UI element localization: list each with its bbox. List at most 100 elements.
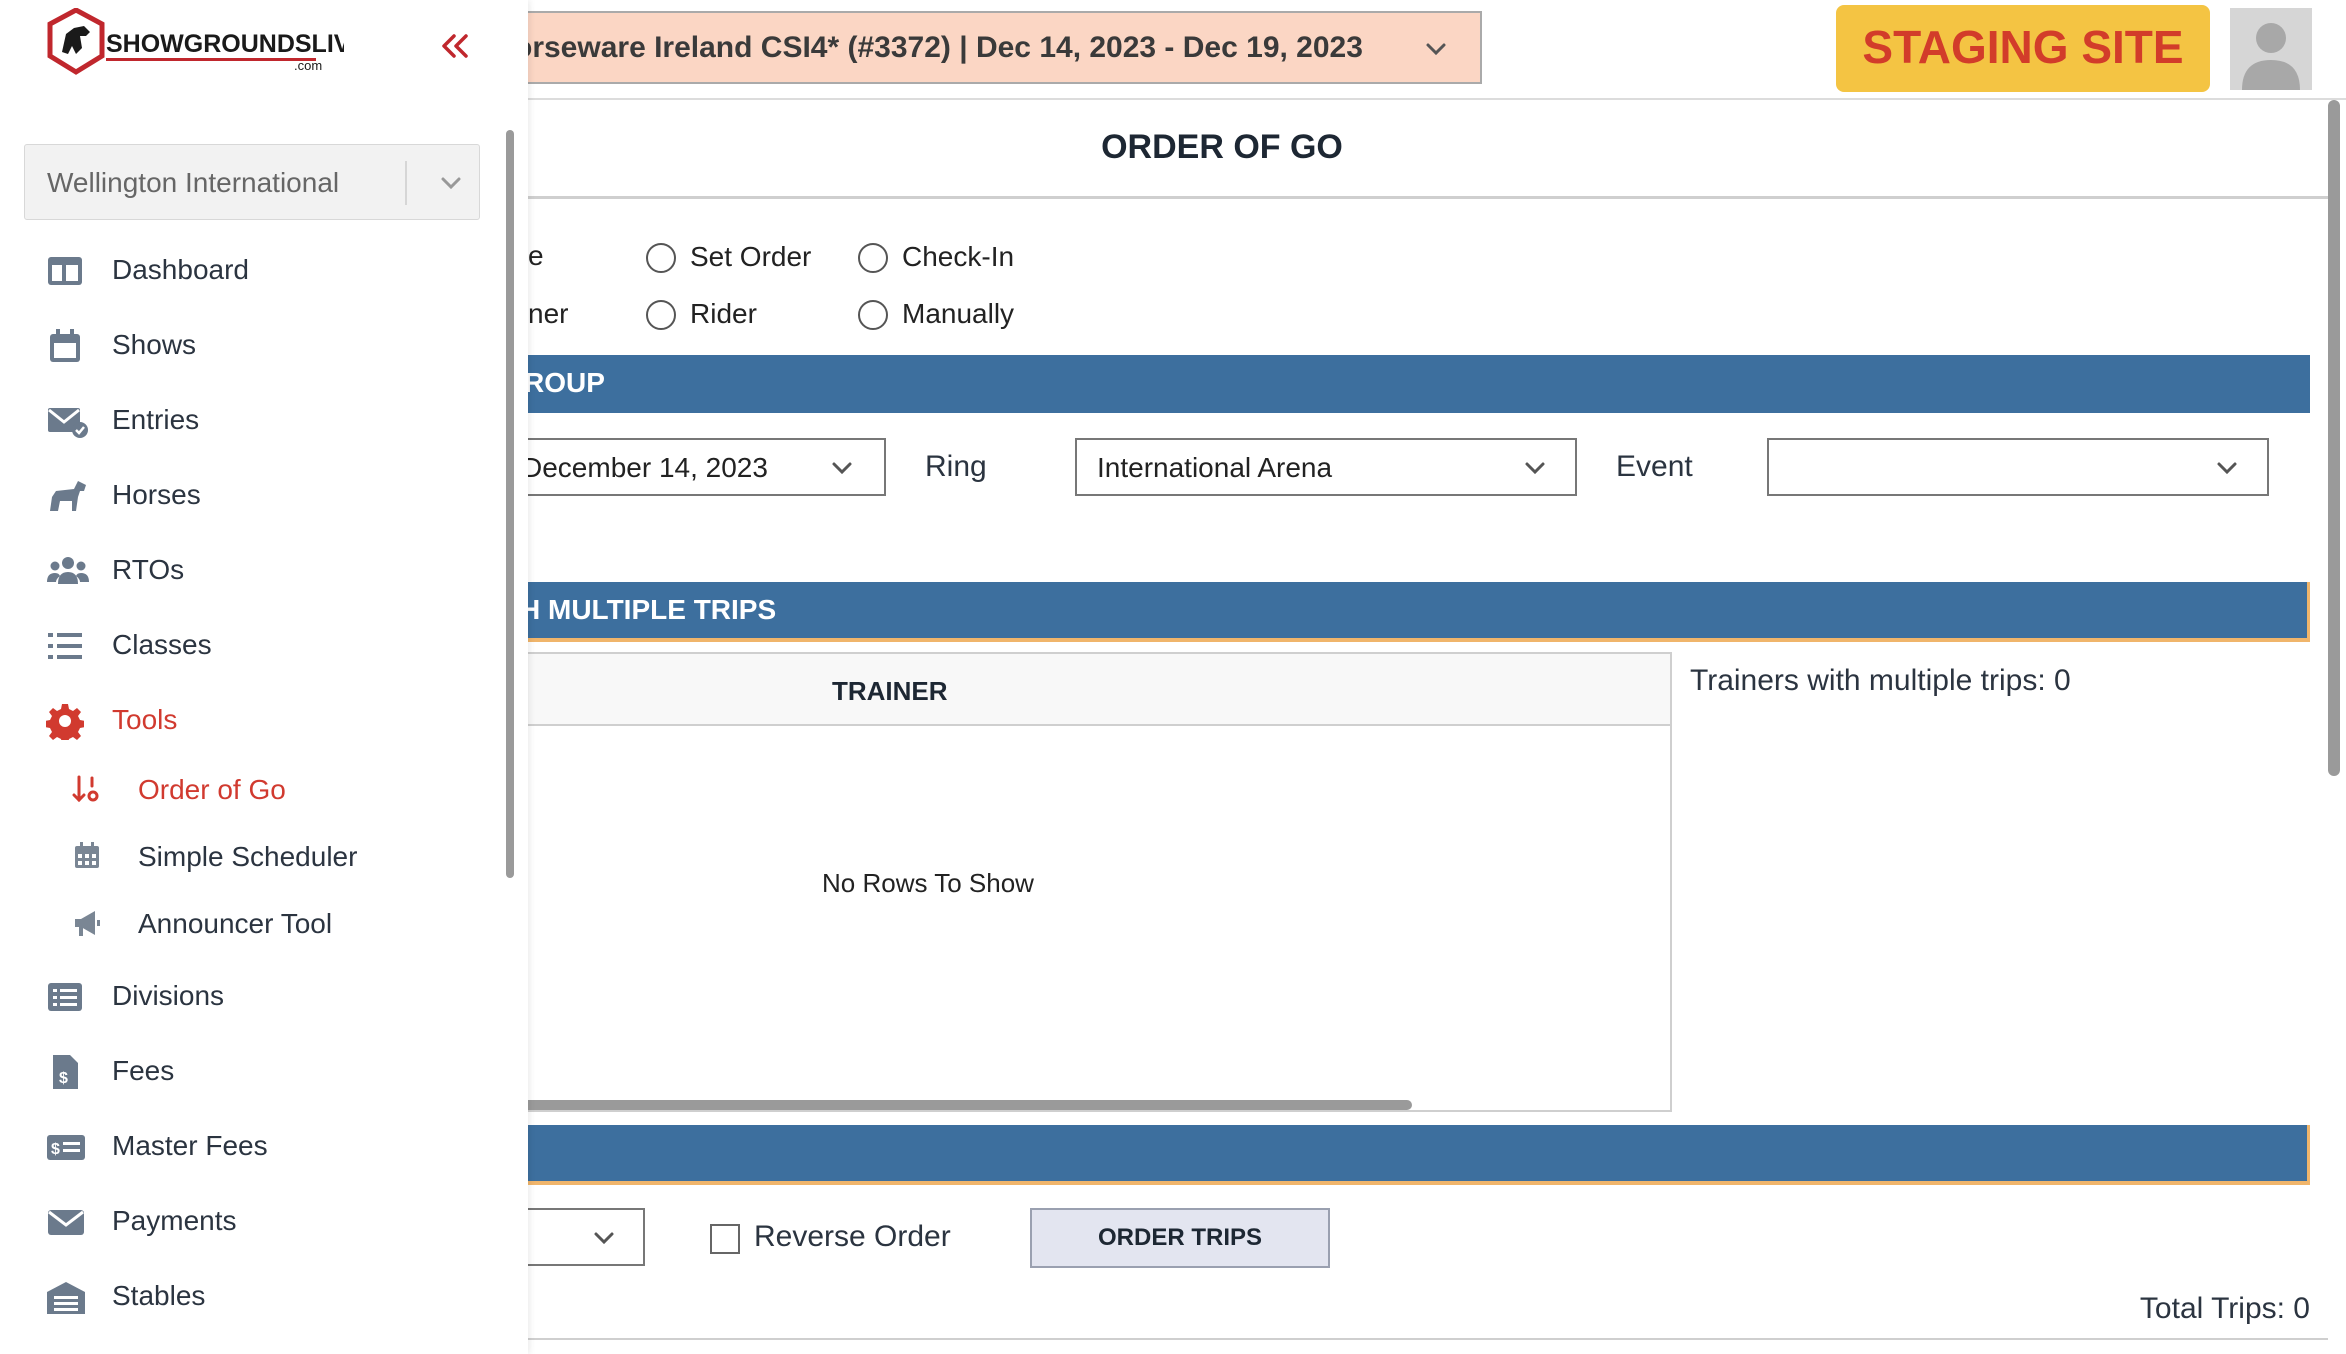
gear-icon (45, 702, 85, 744)
sidebar-scrollbar[interactable] (506, 130, 514, 878)
sidebar-item-label: Classes (112, 629, 212, 660)
showgroundslive-logo[interactable]: SHOWGROUNDSLIVE .com (44, 7, 367, 90)
grid-header-row: TRAINER (502, 654, 1670, 726)
sidebar-item-stables[interactable]: Stables (0, 1266, 528, 1326)
radio-label: Check-In (902, 241, 1015, 272)
sidebar-item-classes[interactable]: Classes (0, 615, 528, 675)
calendar-icon (46, 327, 84, 365)
dashboard-icon (46, 252, 84, 290)
invoice-icon: $ (46, 1053, 84, 1091)
sidebar-item-entries[interactable]: Entries (0, 390, 528, 450)
sidebar-item-label: Payments (112, 1205, 237, 1236)
sidebar-item-horses[interactable]: Horses (0, 465, 528, 525)
sidebar-item-dashboard[interactable]: Dashboard (0, 240, 528, 300)
chevron-down-icon (437, 169, 465, 197)
radio-label: Set Order (690, 241, 812, 272)
sidebar-item-label: RTOs (112, 554, 185, 585)
radio-circle[interactable] (646, 243, 676, 273)
total-trips: Total Trips: 0 (2139, 1292, 2310, 1325)
chevron-down-icon (828, 454, 856, 482)
staging-site-badge: STAGING SITE (1836, 5, 2210, 92)
sidebar-subitem-label: Announcer Tool (138, 908, 333, 939)
list-icon (46, 627, 84, 665)
sidebar-item-divisions[interactable]: Divisions (0, 966, 528, 1026)
event-select[interactable] (1767, 438, 2269, 496)
reverse-order-label: Reverse Order (754, 1220, 951, 1253)
megaphone-icon (72, 908, 102, 938)
sidebar-item-label: Dashboard (112, 254, 249, 285)
svg-text:$: $ (51, 1141, 60, 1158)
show-select-value: orseware Ireland CSI4* (#3372) | Dec 14,… (514, 31, 1363, 64)
trips-section-title: H MULTIPLE TRIPS (520, 594, 777, 625)
envelope-icon (46, 1203, 84, 1241)
sidebar-item-label: Divisions (112, 980, 225, 1011)
sidebar-subitem-label: Simple Scheduler (138, 841, 358, 872)
sidebar-item-label: Horses (112, 479, 201, 510)
list-box-icon (46, 978, 84, 1016)
event-label: Event (1616, 450, 1693, 483)
radio-label: Manually (902, 298, 1015, 329)
ring-select-value: International Arena (1097, 452, 1333, 483)
order-trips-button[interactable]: ORDER TRIPS (1030, 1208, 1330, 1268)
chevron-down-icon (2213, 454, 2241, 482)
ring-select[interactable]: International Arena (1075, 438, 1577, 496)
main-scrollbar[interactable] (2328, 100, 2340, 776)
sidebar-item-label: Stables (112, 1280, 206, 1311)
svg-text:$: $ (59, 1070, 68, 1087)
radio-label: Rider (690, 298, 757, 329)
company-select[interactable]: Wellington International (24, 144, 480, 220)
page-title: ORDER OF GO (1101, 128, 1343, 166)
collapse-sidebar-icon[interactable] (436, 28, 472, 64)
trainers-multiple-trips-count: Trainers with multiple trips: 0 (1690, 664, 2071, 697)
group-section-title: ROUP (524, 367, 605, 398)
sidebar-item-fees[interactable]: $ Fees (0, 1041, 528, 1101)
sidebar-item-label: Tools (112, 704, 178, 735)
radio-circle[interactable] (858, 243, 888, 273)
sidebar: SHOWGROUNDSLIVE .com Wellington Internat… (0, 0, 528, 1354)
chevron-down-icon (1422, 35, 1450, 63)
trainers-grid: TRAINER No Rows To Show (500, 652, 1672, 1112)
sidebar-subitem-announcer-tool[interactable]: Announcer Tool (0, 896, 528, 952)
sidebar-item-payments[interactable]: Payments (0, 1191, 528, 1251)
sidebar-item-label: Master Fees (112, 1130, 268, 1161)
show-select[interactable]: orseware Ireland CSI4* (#3372) | Dec 14,… (440, 11, 1482, 84)
grid-column-trainer[interactable]: TRAINER (832, 676, 948, 707)
reverse-order-checkbox[interactable] (710, 1224, 740, 1254)
date-select[interactable]: December 14, 2023 (500, 438, 886, 496)
sidebar-subitem-simple-scheduler[interactable]: Simple Scheduler (0, 829, 528, 885)
trainers-multiple-trips-header: H MULTIPLE TRIPS (500, 582, 2310, 642)
chevron-down-icon (590, 1224, 618, 1252)
title-divider (528, 196, 2328, 199)
date-select-value: December 14, 2023 (522, 452, 768, 483)
sidebar-item-rtos[interactable]: RTOs (0, 540, 528, 600)
mail-check-icon (46, 402, 88, 440)
radio-partial-label-2: ner (528, 298, 569, 329)
ring-label: Ring (925, 450, 987, 483)
sidebar-item-shows[interactable]: Shows (0, 315, 528, 375)
grid-empty-message: No Rows To Show (822, 868, 1034, 898)
radio-partial-label-1: e (528, 240, 544, 271)
select-separator (405, 161, 407, 205)
company-select-value: Wellington International (47, 167, 340, 198)
money-card-icon: $ (46, 1128, 85, 1166)
avatar[interactable] (2230, 8, 2312, 90)
sidebar-item-tools[interactable]: Tools (0, 690, 528, 750)
sidebar-item-master-fees[interactable]: $ Master Fees (0, 1116, 528, 1176)
logo-text: SHOWGROUNDSLIVE (106, 30, 344, 58)
sidebar-subitem-label: Order of Go (138, 774, 286, 805)
sidebar-item-label: Shows (112, 329, 197, 360)
sidebar-subitem-order-of-go[interactable]: Order of Go (0, 762, 528, 818)
sidebar-item-label: Entries (112, 404, 200, 435)
radio-circle[interactable] (646, 300, 676, 330)
group-section-header: ROUP (500, 355, 2310, 413)
user-icon (2242, 23, 2300, 90)
horse-icon (46, 477, 86, 515)
header-divider (528, 98, 2346, 100)
order-section-header (500, 1125, 2310, 1185)
calendar-grid-icon (72, 841, 102, 871)
radio-circle[interactable] (858, 300, 888, 330)
sidebar-item-label: Fees (112, 1055, 175, 1086)
grid-horizontal-scrollbar[interactable] (502, 1100, 1412, 1110)
warehouse-icon (46, 1278, 85, 1316)
sort-icon (72, 774, 102, 804)
